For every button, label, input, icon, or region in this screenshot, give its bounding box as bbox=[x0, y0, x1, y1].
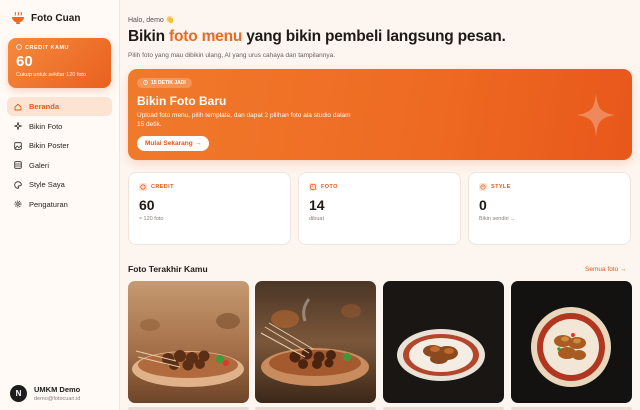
greeting: Halo, demo 👋 bbox=[128, 17, 175, 24]
hero-title: Bikin Foto Baru bbox=[137, 94, 227, 108]
credit-card: CREDIT KAMU 60 Cukup untuk sekitar 120 f… bbox=[8, 38, 111, 88]
palette-icon bbox=[14, 180, 22, 189]
sidebar-item-label: Bikin Poster bbox=[29, 141, 70, 150]
sidebar-item-label: Bikin Foto bbox=[29, 121, 63, 131]
hero-banner: 15 DETIK JADI Bikin Foto Baru Upload fot… bbox=[128, 69, 632, 160]
credit-card-value: 60 bbox=[16, 53, 33, 70]
user-email: demo@fotocuan.id bbox=[34, 396, 81, 402]
user-name: UMKM Demo bbox=[34, 385, 81, 394]
sidebar-nav: Beranda Bikin Foto Bikin Poster Galeri S… bbox=[7, 97, 112, 214]
sidebar: Foto Cuan CREDIT KAMU 60 Cukup untuk sek… bbox=[0, 0, 120, 410]
hero-badge: 15 DETIK JADI bbox=[137, 78, 192, 88]
avatar: N bbox=[10, 385, 27, 402]
stat-sub: ≈ 120 foto bbox=[139, 216, 164, 222]
grid-icon bbox=[14, 161, 22, 169]
stat-label: CREDIT bbox=[151, 184, 174, 190]
photo-thumbnail[interactable] bbox=[128, 281, 249, 403]
gear-icon bbox=[14, 200, 22, 208]
page-title: Bikin foto menu yang bikin pembeli langs… bbox=[128, 28, 506, 46]
stat-label: STYLE bbox=[491, 184, 511, 190]
photo-icon bbox=[309, 183, 317, 191]
stat-label: FOTO bbox=[321, 184, 338, 190]
sidebar-item-pengaturan[interactable]: Pengaturan bbox=[7, 195, 112, 214]
credit-card-label: CREDIT KAMU bbox=[25, 45, 69, 51]
sidebar-item-label: Pengaturan bbox=[29, 199, 68, 209]
stat-card-foto: FOTO 14 dibuat bbox=[298, 172, 461, 245]
main-content: Halo, demo 👋 Bikin foto menu yang bikin … bbox=[120, 0, 640, 410]
coin-icon bbox=[16, 44, 22, 52]
home-icon bbox=[14, 103, 22, 111]
bowl-logo-icon bbox=[11, 11, 25, 25]
hero-description: Upload foto menu, pilih template, dan da… bbox=[137, 112, 351, 129]
image-icon bbox=[14, 141, 22, 150]
sidebar-item-label: Galeri bbox=[29, 160, 50, 170]
photo-thumbnail[interactable] bbox=[255, 281, 376, 403]
photo-thumbnail[interactable] bbox=[383, 281, 504, 403]
sidebar-item-galeri[interactable]: Galeri bbox=[7, 156, 112, 175]
recent-photos-title: Foto Terakhir Kamu bbox=[128, 264, 208, 274]
see-all-photos-link[interactable]: Semua foto → bbox=[585, 266, 627, 273]
photo-thumbnail[interactable] bbox=[511, 281, 632, 403]
user-profile[interactable]: N UMKM Demo demo@fotocuan.id bbox=[0, 377, 120, 410]
credit-card-sub: Cukup untuk sekitar 120 foto bbox=[16, 72, 87, 78]
stat-value: 60 bbox=[139, 197, 155, 213]
recent-photos-gallery bbox=[128, 281, 632, 410]
sidebar-item-label: Beranda bbox=[29, 102, 60, 111]
stat-value: 0 bbox=[479, 197, 487, 213]
stats-row: CREDIT 60 ≈ 120 foto FOTO 14 dibuat STYL… bbox=[128, 172, 632, 245]
stat-sub: dibuat bbox=[309, 216, 324, 222]
start-now-button[interactable]: Mulai Sekarang → bbox=[137, 136, 209, 151]
hero-badge-label: 15 DETIK JADI bbox=[151, 80, 186, 86]
headline-pre: Bikin bbox=[128, 28, 170, 45]
palette-icon bbox=[479, 183, 487, 191]
brand[interactable]: Foto Cuan bbox=[11, 11, 80, 25]
sidebar-item-label: Style Saya bbox=[29, 180, 65, 189]
stat-value: 14 bbox=[309, 197, 325, 213]
coin-icon bbox=[139, 183, 147, 191]
sparkle-icon bbox=[14, 122, 22, 130]
sparkle-decoration-icon bbox=[577, 93, 615, 137]
page-subtitle: Pilih foto yang mau dibikin ulang, AI ya… bbox=[128, 52, 336, 59]
sidebar-item-beranda[interactable]: Beranda bbox=[7, 97, 112, 116]
stat-card-credit: CREDIT 60 ≈ 120 foto bbox=[128, 172, 291, 245]
headline-post: yang bikin pembeli langsung pesan. bbox=[242, 28, 506, 45]
clock-icon bbox=[143, 79, 148, 87]
sidebar-item-style-saya[interactable]: Style Saya bbox=[7, 175, 112, 194]
sidebar-item-bikin-foto[interactable]: Bikin Foto bbox=[7, 117, 112, 136]
create-style-link[interactable]: Bikin sendiri → bbox=[479, 216, 620, 222]
stat-card-style[interactable]: STYLE 0 Bikin sendiri → bbox=[468, 172, 631, 245]
app-name: Foto Cuan bbox=[31, 12, 81, 24]
headline-accent: foto menu bbox=[169, 28, 243, 45]
sidebar-item-bikin-poster[interactable]: Bikin Poster bbox=[7, 136, 112, 155]
